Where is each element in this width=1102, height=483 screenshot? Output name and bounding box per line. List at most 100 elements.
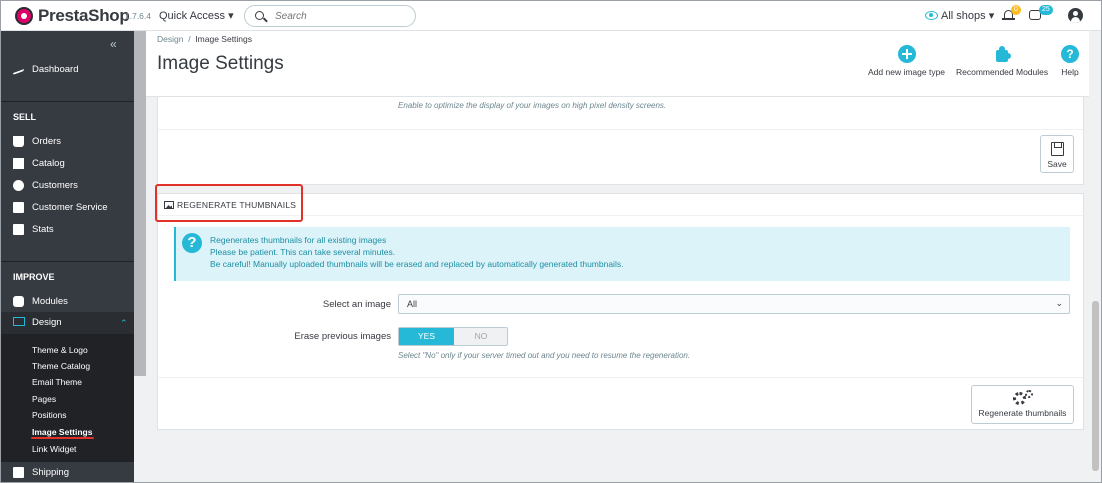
brand-logo[interactable]: PrestaShop <box>15 6 130 26</box>
quick-access-menu[interactable]: Quick Access ▾ <box>159 9 234 22</box>
chevron-down-icon: ⌄ <box>1055 298 1063 308</box>
select-image-value: All <box>407 299 418 309</box>
app-window: PrestaShop 1.7.6.4 Quick Access ▾ All sh… <box>0 0 1102 483</box>
scrollbar-thumb[interactable] <box>1092 301 1099 471</box>
version-label: 1.7.6.4 <box>125 11 151 21</box>
sidebar-item-label: Design <box>32 317 62 328</box>
sidebar-item-modules[interactable]: Modules <box>13 296 68 307</box>
sidebar-item-orders[interactable]: Orders <box>13 136 61 147</box>
messages-badge: 25 <box>1039 5 1053 15</box>
sidebar-item-label: Shipping <box>32 467 69 478</box>
question-circle-icon: ? <box>182 233 202 253</box>
sidebar-item-label: Stats <box>32 224 54 235</box>
chat-icon <box>13 202 24 213</box>
recommended-modules-button[interactable]: Recommended Modules <box>956 45 1048 77</box>
breadcrumb-design[interactable]: Design <box>157 34 183 44</box>
images-options-panel: Enable to optimize the display of your i… <box>157 97 1084 185</box>
bar-chart-icon <box>13 224 24 235</box>
sidebar-item-label: Modules <box>32 296 68 307</box>
submenu-email-theme[interactable]: Email Theme <box>32 377 82 387</box>
submenu-image-settings[interactable]: Image Settings <box>32 427 92 437</box>
toolbar-label: Add new image type <box>868 67 946 77</box>
info-alert: ? Regenerates thumbnails for all existin… <box>174 227 1070 281</box>
prestashop-logo-icon <box>15 7 33 25</box>
page-title: Image Settings <box>157 53 284 74</box>
sidebar-item-dashboard[interactable]: Dashboard <box>13 64 78 75</box>
sidebar-item-design[interactable]: Design ⌃ <box>1 312 134 334</box>
toggle-no[interactable]: NO <box>454 328 508 345</box>
save-icon <box>1050 142 1064 156</box>
sidebar-item-label: Dashboard <box>32 64 79 75</box>
gears-icon <box>1012 390 1033 406</box>
select-image-label: Select an image <box>322 299 391 310</box>
sidebar-nav: « Dashboard SELL Orders Catalog Customer… <box>1 31 134 482</box>
active-item-underline <box>31 437 94 439</box>
search-input[interactable] <box>275 9 405 23</box>
alert-line: Please be patient. This can take several… <box>210 247 396 257</box>
puzzle-icon <box>13 296 24 307</box>
sidebar-item-catalog[interactable]: Catalog <box>13 158 65 169</box>
alert-line: Be careful! Manually uploaded thumbnails… <box>210 259 624 269</box>
sidebar-item-label: Customers <box>32 180 78 191</box>
section-sell: SELL <box>13 112 37 122</box>
alert-line: Regenerates thumbnails for all existing … <box>210 235 387 245</box>
regenerate-thumbnails-panel: REGENERATE THUMBNAILS ? Regenerates thum… <box>157 193 1084 430</box>
brand-name: PrestaShop <box>38 6 130 25</box>
page-header: Design / Image Settings Image Settings A… <box>146 31 1089 97</box>
save-button[interactable]: Save <box>1040 135 1074 173</box>
sidebar-item-label: Orders <box>32 136 62 147</box>
main-content: Design / Image Settings Image Settings A… <box>146 31 1089 482</box>
search-icon <box>255 11 264 20</box>
trend-icon <box>13 64 24 75</box>
plus-circle-icon <box>897 45 916 63</box>
add-image-type-button[interactable]: Add new image type <box>868 45 945 77</box>
toolbar-label: Help <box>1061 67 1079 77</box>
user-account-icon[interactable] <box>1068 8 1083 23</box>
shop-selector[interactable]: All shops ▾ <box>925 9 994 22</box>
truck-icon <box>13 467 24 478</box>
submenu-link-widget[interactable]: Link Widget <box>32 444 76 454</box>
toolbar-label: Recommended Modules <box>956 67 1049 77</box>
help-button[interactable]: ? Help <box>1061 45 1079 77</box>
sidebar-item-label: Catalog <box>32 158 65 169</box>
account-circle-icon <box>13 180 24 191</box>
erase-previous-toggle[interactable]: YES NO <box>398 327 508 346</box>
regenerate-thumbnails-button[interactable]: Regenerate thumbnails <box>971 385 1074 424</box>
erase-help-text: Select "No" only if your server timed ou… <box>398 351 691 360</box>
page-scrollbar[interactable] <box>1089 31 1101 482</box>
help-icon: ? <box>1061 45 1079 63</box>
highlight-box <box>155 184 303 222</box>
design-submenu: Theme & Logo Theme Catalog Email Theme P… <box>1 334 134 462</box>
sidebar-item-customers[interactable]: Customers <box>13 180 78 191</box>
collapse-sidebar-icon[interactable]: « <box>110 37 117 51</box>
sidebar-scrollbar[interactable] <box>134 31 146 376</box>
breadcrumb-current: Image Settings <box>195 34 253 44</box>
regenerate-button-label: Regenerate thumbnails <box>978 408 1067 418</box>
retina-hint: Enable to optimize the display of your i… <box>398 101 667 110</box>
puzzle-icon <box>993 45 1012 63</box>
submenu-theme-logo[interactable]: Theme & Logo <box>32 345 88 355</box>
sidebar-item-stats[interactable]: Stats <box>13 224 54 235</box>
eye-icon <box>925 11 938 20</box>
search-box[interactable] <box>244 5 416 27</box>
chevron-up-icon: ⌃ <box>120 318 128 328</box>
section-improve: IMPROVE <box>13 272 55 282</box>
submenu-pages[interactable]: Pages <box>32 394 56 404</box>
shop-selector-label: All shops ▾ <box>941 10 995 22</box>
select-image-dropdown[interactable]: All ⌄ <box>398 294 1070 314</box>
notifications-button[interactable]: 0 <box>1002 5 1021 23</box>
toggle-yes[interactable]: YES <box>399 328 454 345</box>
top-header: PrestaShop 1.7.6.4 Quick Access ▾ All sh… <box>1 1 1101 31</box>
erase-previous-label: Erase previous images <box>294 331 391 342</box>
submenu-positions[interactable]: Positions <box>32 410 67 420</box>
sidebar-item-label: Customer Service <box>32 202 108 213</box>
breadcrumb: Design / Image Settings <box>157 34 253 44</box>
desktop-icon <box>13 317 25 326</box>
messages-button[interactable]: 25 <box>1029 5 1053 23</box>
save-label: Save <box>1047 159 1067 169</box>
store-icon <box>13 158 24 169</box>
sidebar-item-customer-service[interactable]: Customer Service <box>13 202 108 213</box>
submenu-theme-catalog[interactable]: Theme Catalog <box>32 361 90 371</box>
basket-icon <box>13 136 24 147</box>
sidebar-item-shipping[interactable]: Shipping <box>1 462 134 482</box>
